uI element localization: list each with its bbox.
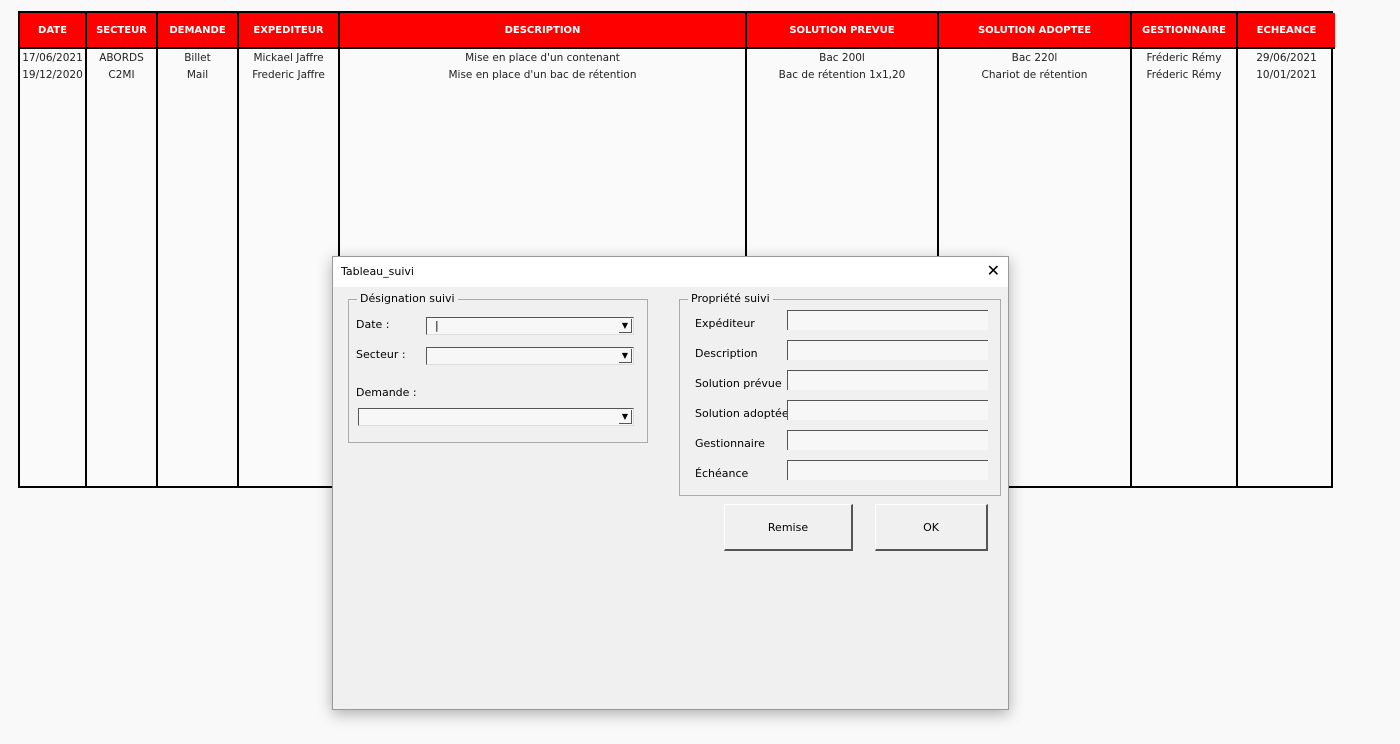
table-cell[interactable]: 29/06/2021 [1238,50,1335,67]
chevron-down-icon[interactable]: ▼ [619,319,632,333]
field-input[interactable] [787,340,988,360]
dialog-title: Tableau_suivi [341,265,414,278]
column: ECHEANCE 29/06/2021 10/01/2021 [1238,13,1335,486]
column-header: ECHEANCE [1238,13,1335,49]
column-header: DESCRIPTION [340,13,745,49]
column-header: SOLUTION ADOPTEE [939,13,1130,49]
table-cell[interactable]: Mail [158,67,237,84]
close-icon[interactable]: ✕ [987,261,1000,280]
column-header: EXPEDITEUR [239,13,338,49]
field-label: Expéditeur [695,317,755,330]
column-header: DATE [20,13,85,49]
chevron-down-icon[interactable]: ▼ [619,410,632,424]
field-input[interactable] [787,400,988,420]
remise-button[interactable]: Remise [724,504,853,551]
propriete-legend: Propriété suivi [688,292,773,305]
column-header: GESTIONNAIRE [1132,13,1236,49]
table-cell[interactable]: Billet [158,50,237,67]
column-header: SOLUTION PREVUE [747,13,937,49]
table-cell[interactable]: Bac 220l [939,50,1130,67]
column-header: DEMANDE [158,13,237,49]
designation-frame: Désignation suivi Date : | ▼ Secteur : ▼ … [348,292,648,443]
table-cell[interactable]: Fréderic Rémy [1132,50,1236,67]
field-label: Échéance [695,467,749,480]
designation-legend: Désignation suivi [357,292,458,305]
column: DEMANDE Billet Mail [158,13,239,486]
table-cell[interactable]: Bac 200l [747,50,937,67]
propriete-frame: Propriété suivi Expéditeur Description Sol… [679,292,1001,496]
table-cell[interactable]: 19/12/2020 [20,67,85,84]
field-input[interactable] [787,370,988,390]
table-cell[interactable]: C2MI [87,67,156,84]
secteur-label: Secteur : [356,348,406,361]
field-label: Gestionnaire [695,437,765,450]
date-value: | [435,319,439,332]
demande-label: Demande : [356,386,417,399]
table-cell[interactable]: 17/06/2021 [20,50,85,67]
table-cell[interactable]: Mise en place d'un contenant [340,50,745,67]
column: GESTIONNAIRE Fréderic Rémy Fréderic Rémy [1132,13,1238,486]
table-cell[interactable]: Fréderic Rémy [1132,67,1236,84]
table-cell[interactable]: ABORDS [87,50,156,67]
dialog-title-bar: Tableau_suivi ✕ [333,257,1008,287]
table-cell[interactable]: Chariot de rétention [939,67,1130,84]
field-input[interactable] [787,430,988,450]
column: DATE 17/06/2021 19/12/2020 [20,13,87,486]
date-label: Date : [356,318,390,331]
field-label: Solution prévue [695,377,782,390]
column-header: SECTEUR [87,13,156,49]
ok-button[interactable]: OK [875,504,988,551]
column: EXPEDITEUR Mickael Jaffre Frederic Jaffre [239,13,340,486]
field-input[interactable] [787,460,988,480]
chevron-down-icon[interactable]: ▼ [619,349,632,363]
field-input[interactable] [787,310,988,330]
table-cell[interactable]: Frederic Jaffre [239,67,338,84]
table-cell[interactable]: Mickael Jaffre [239,50,338,67]
field-label: Description [695,347,758,360]
table-cell[interactable]: Bac de rétention 1x1,20 [747,67,937,84]
demande-combo[interactable]: ▼ [358,408,634,426]
tableau-suivi-dialog: Tableau_suivi ✕ Désignation suivi Date :… [332,256,1009,710]
column: SECTEUR ABORDS C2MI [87,13,158,486]
field-label: Solution adoptée [695,407,789,420]
table-cell[interactable]: Mise en place d'un bac de rétention [340,67,745,84]
date-combo[interactable]: | ▼ [426,317,634,335]
table-cell[interactable]: 10/01/2021 [1238,67,1335,84]
secteur-combo[interactable]: ▼ [426,347,634,365]
